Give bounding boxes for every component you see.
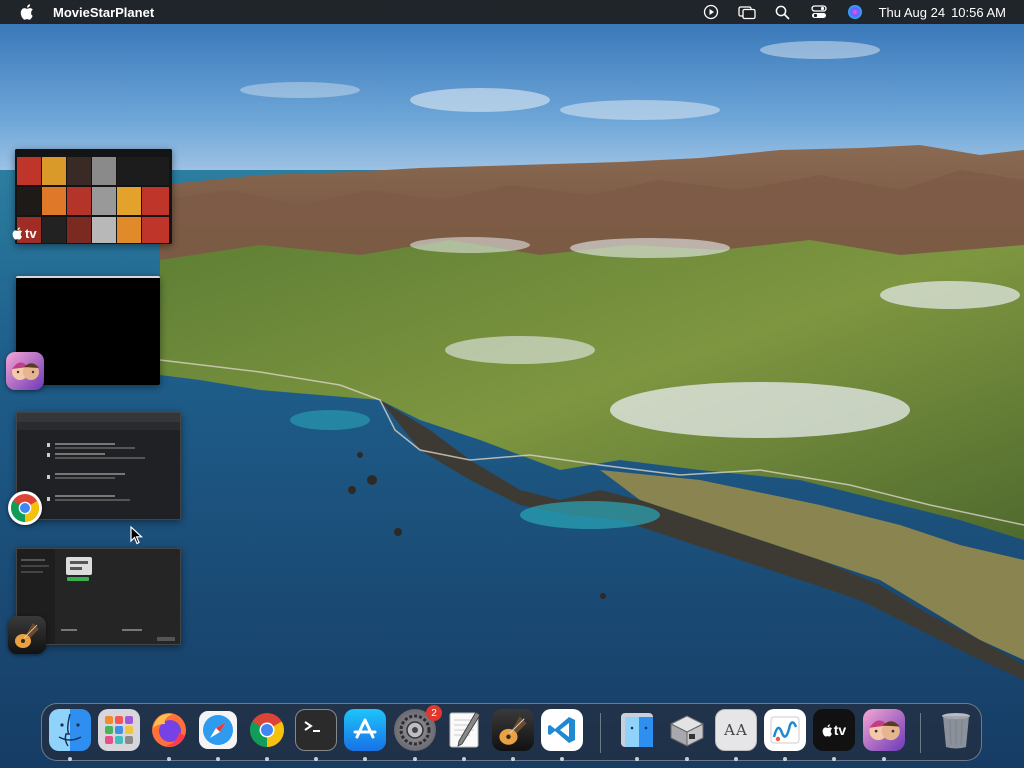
running-indicator [685, 757, 689, 761]
dock-app-store[interactable] [344, 709, 386, 751]
stage-apple-tv-logo[interactable]: tv [12, 226, 37, 241]
dock-textedit[interactable] [443, 709, 485, 751]
garageband-icon[interactable] [8, 616, 46, 654]
dock-bootcamp[interactable] [666, 709, 708, 751]
control-center-icon[interactable] [809, 2, 829, 22]
apple-tv-wordmark: tv [833, 722, 847, 738]
dock-garageband[interactable] [492, 709, 534, 751]
dock: 2 AA tv [41, 703, 982, 761]
siri-icon[interactable] [845, 2, 865, 22]
notification-badge: 2 [426, 705, 442, 721]
dock-launchpad[interactable] [98, 709, 140, 751]
apple-tv-window-preview [15, 149, 172, 244]
dock-chrome[interactable] [246, 709, 288, 751]
chrome-icon [250, 713, 284, 747]
dock-separator [920, 713, 921, 753]
launchpad-icon [105, 716, 133, 744]
dock-font-book[interactable]: AA [715, 709, 757, 751]
textedit-icon [449, 711, 481, 748]
dock-safari[interactable] [197, 709, 239, 751]
running-indicator [413, 757, 417, 761]
menu-bar: MovieStarPlanet Thu Aug 24 10:56 AM [0, 0, 1024, 24]
moviestarplanet-icon[interactable] [6, 352, 44, 390]
running-indicator [68, 757, 72, 761]
apple-icon[interactable] [18, 3, 36, 21]
running-indicator [832, 757, 836, 761]
spotlight-search-icon[interactable] [773, 2, 793, 22]
dock-firefox[interactable] [148, 709, 190, 751]
running-indicator [216, 757, 220, 761]
dock-finder-recent[interactable] [616, 709, 658, 751]
active-app-name[interactable]: MovieStarPlanet [53, 5, 154, 20]
running-indicator [560, 757, 564, 761]
running-indicator [882, 757, 886, 761]
apple-icon [12, 227, 23, 240]
screen-mirroring-icon[interactable] [737, 2, 757, 22]
running-indicator [783, 757, 787, 761]
running-indicator [265, 757, 269, 761]
trash-icon [942, 713, 970, 749]
running-indicator [734, 757, 738, 761]
running-indicator [511, 757, 515, 761]
running-indicator [635, 757, 639, 761]
dock-freeform[interactable] [764, 709, 806, 751]
freeform-icon [770, 716, 800, 744]
finder-recent-icon [621, 713, 653, 747]
running-indicator [167, 757, 171, 761]
stage-window-apple-tv[interactable] [15, 149, 172, 244]
moviestarplanet-icon [869, 720, 900, 741]
firefox-icon [152, 713, 186, 747]
app-store-icon [353, 718, 377, 739]
running-indicator [314, 757, 318, 761]
dock-apple-tv[interactable]: tv [813, 709, 855, 751]
mouse-pointer [130, 525, 144, 551]
running-indicator [462, 757, 466, 761]
apple-tv-icon: tv [822, 722, 846, 738]
menu-clock[interactable]: Thu Aug 24 10:56 AM [879, 5, 1006, 20]
safari-icon [199, 711, 237, 749]
chrome-icon[interactable] [8, 491, 42, 525]
finder-icon [58, 713, 82, 747]
clock-time: 10:56 AM [951, 4, 1006, 20]
terminal-icon [304, 721, 320, 732]
clock-date: Thu Aug 24 [878, 4, 946, 20]
play-circle-icon[interactable] [701, 2, 721, 22]
dock-finder[interactable] [49, 709, 91, 751]
vscode-icon [548, 717, 575, 743]
dock-separator [600, 713, 601, 753]
dock-vscode[interactable] [541, 709, 583, 751]
garageband-icon [499, 716, 527, 745]
dock-moviestarplanet[interactable] [863, 709, 905, 751]
dock-trash[interactable] [935, 709, 977, 751]
dock-system-settings[interactable]: 2 [394, 705, 442, 751]
tv-wordmark: tv [25, 226, 37, 241]
bootcamp-icon [669, 715, 705, 747]
status-menus: Thu Aug 24 10:56 AM [685, 2, 1006, 22]
running-indicator [363, 757, 367, 761]
font-book-label: AA [724, 721, 748, 739]
dock-terminal[interactable] [295, 709, 337, 751]
